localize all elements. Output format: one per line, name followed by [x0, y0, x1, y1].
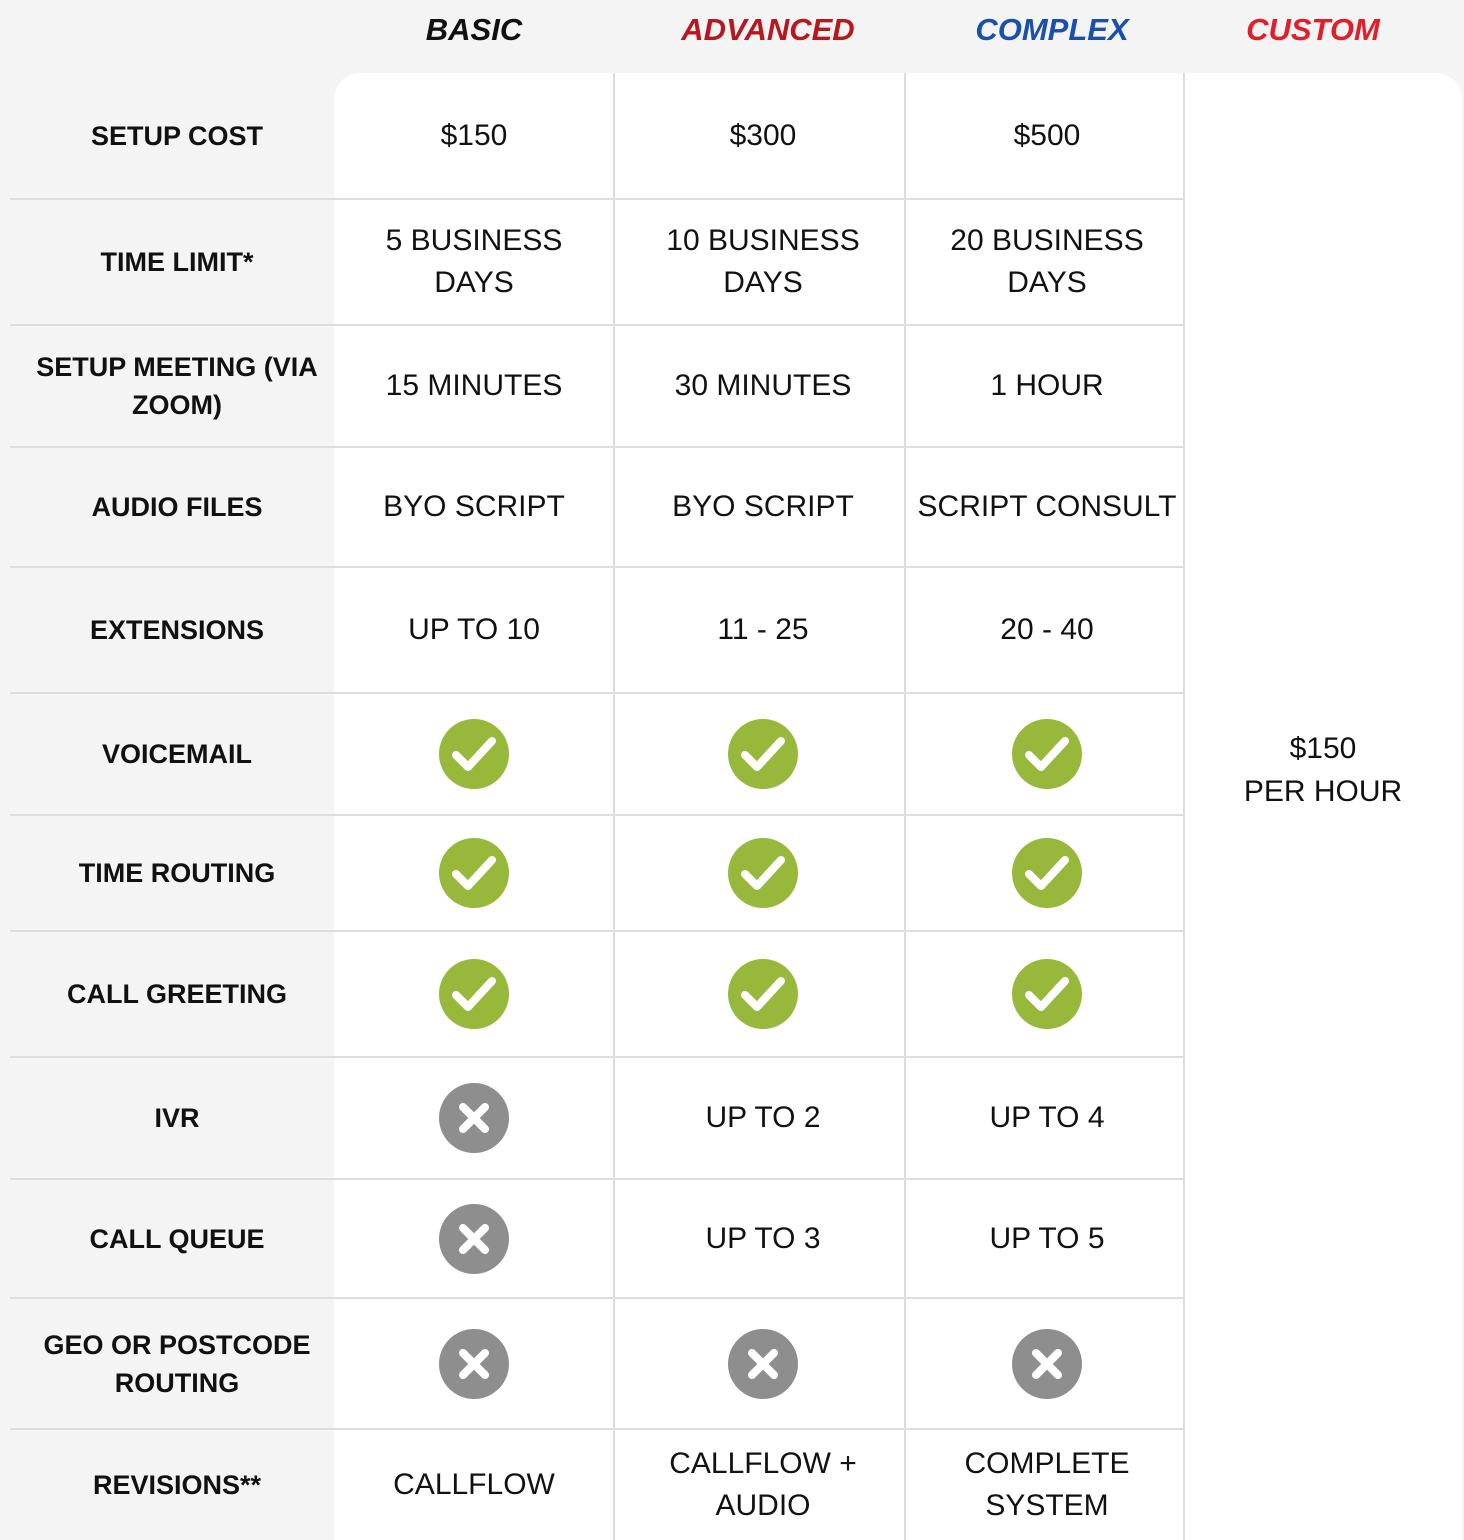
table-cell	[918, 693, 1177, 815]
table-cell	[345, 1298, 604, 1429]
cross-icon	[439, 1203, 509, 1274]
cross-icon	[728, 1328, 798, 1399]
tier-header-advanced: ADVANCED	[681, 12, 855, 47]
table-cell: SCRIPT CONSULT	[918, 447, 1177, 567]
cell-value: SCRIPT CONSULT	[917, 490, 1177, 523]
cell-value: COMPLETE SYSTEM	[964, 1446, 1130, 1522]
table-cell: UP TO 5	[918, 1179, 1177, 1298]
cell-value: UP TO 3	[705, 1221, 821, 1255]
cell-value: 20 - 40	[1000, 613, 1094, 646]
cell-value: UP TO 4	[989, 1101, 1105, 1134]
cell-value: 11 - 25	[717, 613, 809, 646]
table-cell	[918, 815, 1177, 931]
table-cell: UP TO 3	[628, 1179, 899, 1298]
row-label: TIME ROUTING	[78, 858, 276, 888]
table-cell	[628, 693, 899, 815]
table-cell: $300	[628, 73, 899, 199]
table-cell: 10 BUSINESS DAYS	[628, 199, 899, 325]
custom-rate: $150 PER HOUR	[1184, 73, 1462, 1540]
check-icon	[1012, 959, 1082, 1029]
custom-unit: PER HOUR	[1243, 774, 1403, 808]
custom-price: $150	[1289, 731, 1357, 765]
table-cell: 1 HOUR	[918, 325, 1177, 447]
table-cell	[345, 693, 604, 815]
check-icon	[439, 838, 509, 908]
cell-value: 10 BUSINESS DAYS	[666, 224, 860, 299]
table-cell: UP TO 2	[628, 1057, 899, 1179]
row-label: CALL QUEUE	[89, 1223, 265, 1254]
cell-value: BYO SCRIPT	[672, 490, 854, 523]
table-cell	[918, 1298, 1177, 1429]
cell-value: UP TO 2	[705, 1101, 821, 1134]
table-cell: BYO SCRIPT	[628, 447, 899, 567]
cell-value: UP TO 5	[989, 1221, 1105, 1255]
row-label: EXTENSIONS	[89, 615, 265, 645]
table-cell	[628, 1298, 899, 1429]
column-divider	[613, 73, 615, 1540]
row-label: IVR	[154, 1103, 200, 1133]
cell-value: $500	[1013, 119, 1081, 152]
tier-header-basic: BASIC	[425, 12, 523, 47]
table-cell: 30 MINUTES	[628, 325, 899, 447]
cell-value: UP TO 10	[408, 613, 540, 646]
row-label: SETUP MEETING (VIA ZOOM)	[36, 352, 318, 420]
row-label: GEO OR POSTCODE ROUTING	[43, 1329, 311, 1398]
cross-icon	[1012, 1328, 1082, 1399]
cross-icon	[439, 1328, 509, 1399]
row-label: SETUP COST	[90, 121, 264, 151]
table-cell	[345, 1179, 604, 1298]
cell-value: CALLFLOW + AUDIO	[669, 1446, 857, 1522]
cell-value: 20 BUSINESS DAYS	[950, 224, 1144, 299]
column-divider	[1183, 73, 1185, 1540]
table-cell: UP TO 10	[345, 567, 604, 693]
check-icon	[728, 838, 798, 908]
row-label: CALL GREETING	[66, 979, 287, 1009]
table-cell	[628, 815, 899, 931]
table-cell: 20 - 40	[918, 567, 1177, 693]
check-icon	[439, 959, 509, 1029]
table-cell: CALLFLOW + AUDIO	[628, 1429, 899, 1540]
check-icon	[728, 959, 798, 1029]
table-cell: 15 MINUTES	[345, 325, 604, 447]
check-icon	[1012, 719, 1082, 789]
check-icon	[439, 719, 509, 789]
row-label: TIME LIMIT*	[100, 247, 254, 277]
check-icon	[1012, 838, 1082, 908]
cell-value: 1 HOUR	[990, 369, 1104, 402]
column-divider	[904, 73, 906, 1540]
table-cell: 11 - 25	[628, 567, 899, 693]
table-cell	[345, 931, 604, 1057]
table-cell: 20 BUSINESS DAYS	[918, 199, 1177, 325]
cell-value: 30 MINUTES	[674, 369, 852, 402]
cell-value: 5 BUSINESS DAYS	[385, 224, 563, 299]
check-icon	[728, 719, 798, 789]
cell-value: CALLFLOW	[393, 1467, 555, 1501]
table-cell	[345, 1057, 604, 1179]
cell-value: $300	[729, 119, 797, 152]
table-cell	[345, 815, 604, 931]
table-cell: CALLFLOW	[345, 1429, 604, 1540]
table-cell	[628, 931, 899, 1057]
table-cell: $500	[918, 73, 1177, 199]
tier-header-complex: COMPLEX	[975, 12, 1129, 47]
row-label: AUDIO FILES	[91, 492, 263, 522]
table-cell: COMPLETE SYSTEM	[918, 1429, 1177, 1540]
table-cell: $150	[345, 73, 604, 199]
cell-value: $150	[440, 119, 508, 152]
table-cell: BYO SCRIPT	[345, 447, 604, 567]
table-cell	[918, 931, 1177, 1057]
cell-value: 15 MINUTES	[385, 369, 563, 402]
cell-value: BYO SCRIPT	[383, 490, 565, 523]
cross-icon	[439, 1083, 509, 1153]
row-label: REVISIONS**	[92, 1469, 262, 1500]
row-label: VOICEMAIL	[101, 739, 252, 769]
table-cell: 5 BUSINESS DAYS	[345, 199, 604, 325]
table-cell: UP TO 4	[918, 1057, 1177, 1179]
tier-header-custom: CUSTOM	[1246, 12, 1380, 47]
